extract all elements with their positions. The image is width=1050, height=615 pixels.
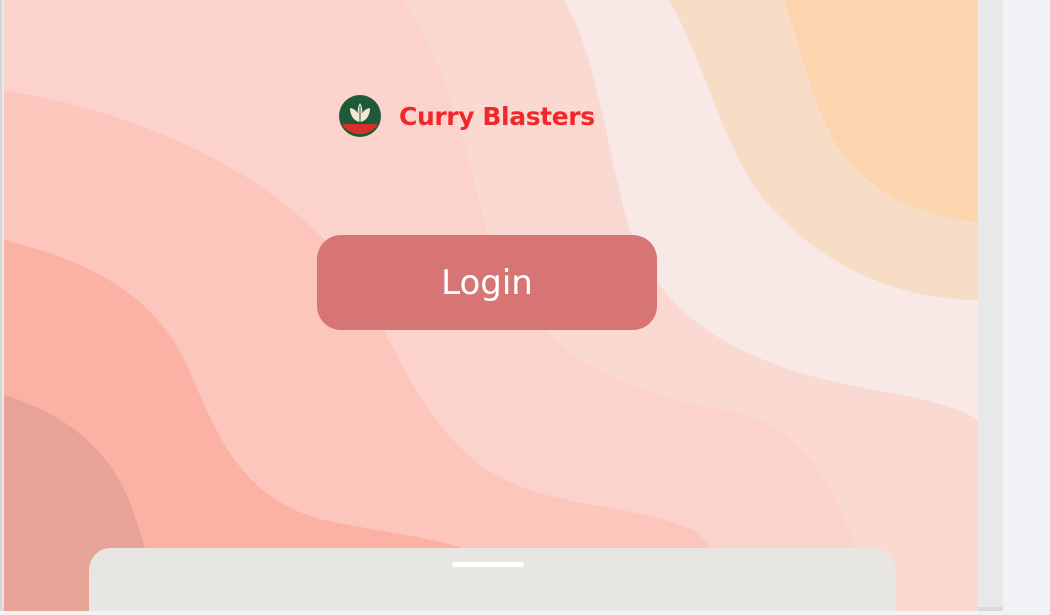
bottom-sheet[interactable] (89, 548, 895, 611)
device-frame: Curry Blasters Login (0, 0, 1003, 611)
login-screen: Curry Blasters Login (4, 0, 978, 611)
brand-header: Curry Blasters (338, 94, 595, 138)
drag-handle-icon[interactable] (452, 562, 524, 567)
viewport: Curry Blasters Login (0, 0, 1050, 615)
login-button[interactable]: Login (317, 235, 657, 330)
brand-name: Curry Blasters (399, 101, 595, 131)
leaf-logo-icon (339, 95, 381, 137)
